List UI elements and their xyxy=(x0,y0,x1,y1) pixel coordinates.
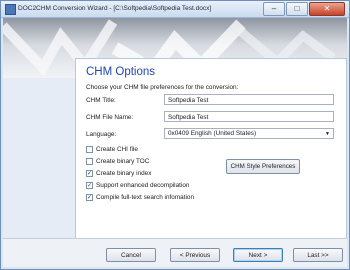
full-text-search-checkbox[interactable]: ✓ Compile full-text search infomation xyxy=(86,194,194,201)
checkbox-label: Support enhanced decompilation xyxy=(96,182,190,189)
maximize-icon[interactable]: □ xyxy=(286,2,308,16)
chm-file-name-label: CHM File Name: xyxy=(86,114,134,121)
page-subtitle: Choose your CHM file preferences for the… xyxy=(86,84,239,91)
checkbox-label: Compile full-text search infomation xyxy=(96,194,195,201)
next-button[interactable]: Next > xyxy=(233,248,283,262)
enhanced-decompilation-checkbox[interactable]: ✓ Support enhanced decompilation xyxy=(86,182,189,189)
checkbox-label: Create CHI file xyxy=(96,146,138,153)
chm-file-name-input[interactable]: Softpedia Test xyxy=(164,111,334,122)
checkmark-icon: ✓ xyxy=(86,170,93,177)
page-title: CHM Options xyxy=(86,66,156,78)
wizard-window: DOC2CHM Conversion Wizard - [C:\Softpedi… xyxy=(0,0,350,270)
minimize-icon[interactable]: – xyxy=(263,2,285,16)
create-binary-index-checkbox[interactable]: ✓ Create binary index xyxy=(86,170,151,177)
language-label: Language: xyxy=(86,131,117,138)
language-select[interactable]: 0x0409 English (United States) ▼ xyxy=(164,128,334,139)
create-binary-toc-checkbox[interactable]: Create binary TOC xyxy=(86,158,149,165)
checkbox-label: Create binary index xyxy=(96,170,152,177)
options-panel: CHM Options Choose your CHM file prefere… xyxy=(75,58,347,239)
cancel-button[interactable]: Cancel xyxy=(106,248,156,262)
checkbox-label: Create binary TOC xyxy=(96,158,150,165)
window-title: DOC2CHM Conversion Wizard - [C:\Softpedi… xyxy=(18,5,212,12)
wizard-content: CHM Options Choose your CHM file prefere… xyxy=(3,18,347,267)
checkmark-icon: ✓ xyxy=(86,182,93,189)
create-chi-checkbox[interactable]: Create CHI file xyxy=(86,146,138,153)
window-controls: – □ ✕ xyxy=(263,2,345,16)
wizard-footer: Cancel < Previous Next > Last >> xyxy=(3,238,347,267)
close-icon[interactable]: ✕ xyxy=(309,2,345,16)
chm-title-label: CHM Title: xyxy=(86,97,116,104)
language-value: 0x0409 English (United States) xyxy=(168,130,257,137)
previous-button[interactable]: < Previous xyxy=(170,248,220,262)
chm-title-input[interactable]: Softpedia Test xyxy=(164,94,334,105)
chm-style-preferences-button[interactable]: CHM Style Preferences xyxy=(226,159,300,174)
app-icon xyxy=(5,4,16,15)
checkbox-box xyxy=(86,158,93,165)
checkmark-icon: ✓ xyxy=(86,194,93,201)
checkbox-box xyxy=(86,146,93,153)
last-button[interactable]: Last >> xyxy=(293,248,343,262)
chevron-down-icon: ▼ xyxy=(325,131,330,137)
title-bar[interactable]: DOC2CHM Conversion Wizard - [C:\Softpedi… xyxy=(1,1,349,18)
